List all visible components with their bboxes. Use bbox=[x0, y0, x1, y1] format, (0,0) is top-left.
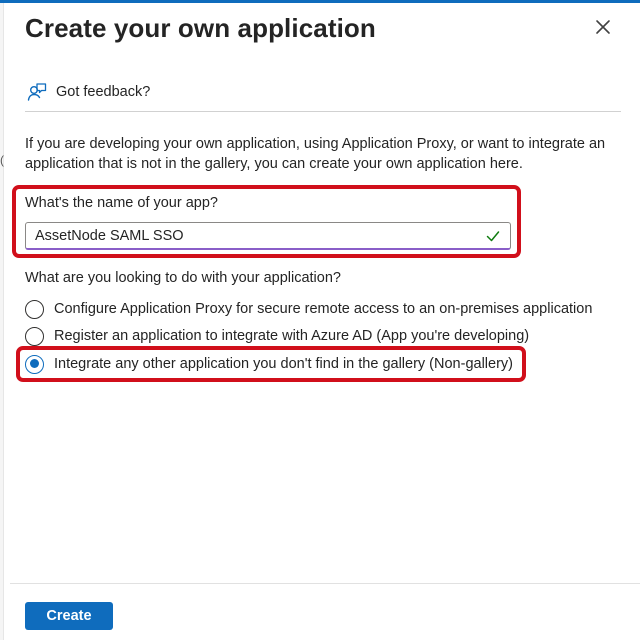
radio-option-label: Register an application to integrate wit… bbox=[54, 328, 530, 344]
radio-option-non-gallery[interactable]: Integrate any other application you don'… bbox=[25, 353, 513, 375]
radio-option-app-proxy[interactable]: Configure Application Proxy for secure r… bbox=[25, 298, 592, 320]
radio-option-register-app[interactable]: Register an application to integrate wit… bbox=[25, 325, 529, 347]
checkmark-icon bbox=[482, 225, 504, 247]
purpose-question: What are you looking to do with your app… bbox=[25, 270, 341, 286]
background-edge-glyph: ( bbox=[0, 153, 4, 167]
create-application-panel: Create your own application Got feedback… bbox=[5, 3, 640, 640]
feedback-person-icon bbox=[27, 83, 47, 101]
footer-divider bbox=[10, 583, 640, 584]
feedback-label: Got feedback? bbox=[56, 84, 151, 100]
close-button[interactable] bbox=[591, 15, 615, 39]
radio-button[interactable] bbox=[25, 299, 44, 319]
app-name-label: What's the name of your app? bbox=[25, 195, 218, 211]
create-button[interactable]: Create bbox=[25, 602, 113, 630]
radio-button[interactable] bbox=[25, 326, 44, 346]
feedback-link[interactable]: Got feedback? bbox=[27, 79, 150, 105]
panel-title: Create your own application bbox=[25, 13, 376, 43]
radio-button-selected[interactable] bbox=[25, 354, 44, 374]
background-page-edge bbox=[0, 3, 4, 640]
radio-option-label: Configure Application Proxy for secure r… bbox=[54, 301, 593, 317]
close-icon bbox=[596, 20, 610, 34]
app-name-input[interactable] bbox=[26, 223, 482, 248]
app-name-field bbox=[25, 222, 511, 250]
panel-description: If you are developing your own applicati… bbox=[25, 136, 606, 172]
header-divider bbox=[25, 111, 621, 112]
radio-option-label: Integrate any other application you don'… bbox=[54, 356, 513, 372]
